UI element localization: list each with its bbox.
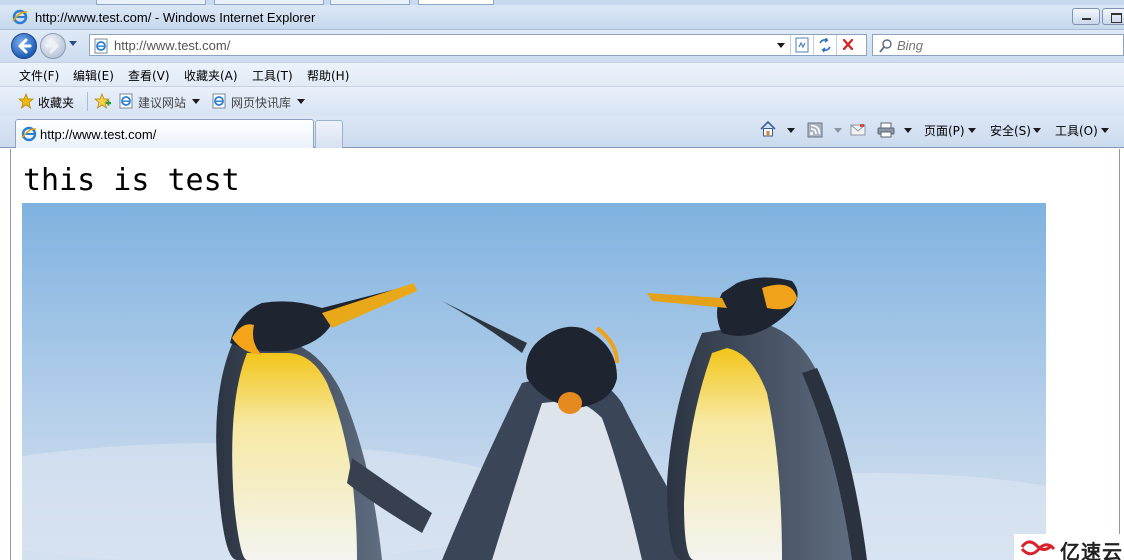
new-tab-button[interactable] xyxy=(315,120,343,148)
window-title: http://www.test.com/ - Windows Internet … xyxy=(35,10,316,25)
favorites-bar: 收藏夹 建议网站 网页快讯库 xyxy=(0,87,1124,116)
stop-button[interactable] xyxy=(836,35,858,55)
watermark-logo: 亿速云 xyxy=(1014,534,1124,560)
page-menu-button[interactable]: 页面(P) xyxy=(924,122,965,139)
menu-bar: 文件(F) 编辑(E) 查看(V) 收藏夹(A) 工具(T) 帮助(H) xyxy=(0,62,1124,87)
safety-menu-button[interactable]: 安全(S) xyxy=(990,122,1031,139)
page-content: this is test xyxy=(10,149,1120,560)
print-icon[interactable] xyxy=(877,122,895,138)
web-slice-gallery-icon xyxy=(212,93,226,109)
favorites-divider xyxy=(87,92,88,111)
logo-icon xyxy=(1020,540,1056,556)
refresh-icon xyxy=(819,37,831,53)
tab-active[interactable]: http://www.test.com/ xyxy=(15,119,314,148)
search-box xyxy=(872,34,1124,56)
back-button[interactable] xyxy=(11,33,37,59)
navigation-bar xyxy=(0,30,1124,62)
tools-menu-button[interactable]: 工具(O) xyxy=(1055,122,1098,139)
address-dropdown-icon[interactable] xyxy=(777,43,785,48)
compatibility-view-button[interactable] xyxy=(790,35,812,55)
compatibility-view-icon xyxy=(795,37,809,53)
menu-tools[interactable]: 工具(T) xyxy=(252,67,293,84)
print-dropdown-icon[interactable] xyxy=(904,128,912,133)
ie-icon xyxy=(12,9,28,25)
address-input[interactable] xyxy=(114,36,774,54)
recent-pages-dropdown[interactable] xyxy=(69,41,77,46)
favorites-star-icon xyxy=(18,93,34,109)
feeds-dropdown-icon[interactable] xyxy=(834,128,842,133)
read-mail-icon[interactable] xyxy=(850,123,866,137)
web-slice-gallery-dropdown-icon[interactable] xyxy=(297,99,305,104)
menu-edit[interactable]: 编辑(E) xyxy=(73,67,114,84)
page-menu-dropdown-icon[interactable] xyxy=(968,128,976,133)
forward-button[interactable] xyxy=(40,33,66,59)
tools-menu-dropdown-icon[interactable] xyxy=(1101,128,1109,133)
address-bar xyxy=(89,34,867,56)
add-favorites-icon[interactable] xyxy=(94,93,112,109)
favorites-button[interactable]: 收藏夹 xyxy=(38,94,74,111)
tab-page-icon xyxy=(21,126,37,142)
title-bar: http://www.test.com/ - Windows Internet … xyxy=(0,5,1124,30)
search-icon xyxy=(879,39,892,53)
home-icon[interactable] xyxy=(759,120,777,138)
suggested-sites-icon xyxy=(119,93,133,109)
maximize-button[interactable] xyxy=(1102,8,1124,25)
watermark-text: 亿速云 xyxy=(1060,540,1123,560)
back-arrow-icon xyxy=(18,38,32,54)
menu-view[interactable]: 查看(V) xyxy=(128,67,170,84)
tab-label: http://www.test.com/ xyxy=(40,127,157,142)
penguins-image xyxy=(22,203,1046,560)
menu-help[interactable]: 帮助(H) xyxy=(307,67,349,84)
tab-row: http://www.test.com/ 页面(P) 安全(S) 工具(O) xyxy=(0,116,1124,148)
penguins-photo xyxy=(22,203,1046,560)
search-input[interactable] xyxy=(897,36,1117,54)
suggested-sites-link[interactable]: 建议网站 xyxy=(138,94,186,111)
minimize-button[interactable] xyxy=(1072,8,1100,25)
refresh-button[interactable] xyxy=(813,35,835,55)
forward-arrow-icon xyxy=(45,38,59,54)
home-dropdown-icon[interactable] xyxy=(787,128,795,133)
safety-menu-dropdown-icon[interactable] xyxy=(1033,128,1041,133)
web-slice-gallery-link[interactable]: 网页快讯库 xyxy=(231,94,291,111)
menu-file[interactable]: 文件(F) xyxy=(19,67,59,84)
page-heading: this is test xyxy=(23,163,240,198)
stop-icon xyxy=(842,38,854,51)
menu-favorites[interactable]: 收藏夹(A) xyxy=(184,67,238,84)
suggested-sites-dropdown-icon[interactable] xyxy=(192,99,200,104)
feeds-icon[interactable] xyxy=(807,122,823,138)
page-icon xyxy=(94,38,108,54)
